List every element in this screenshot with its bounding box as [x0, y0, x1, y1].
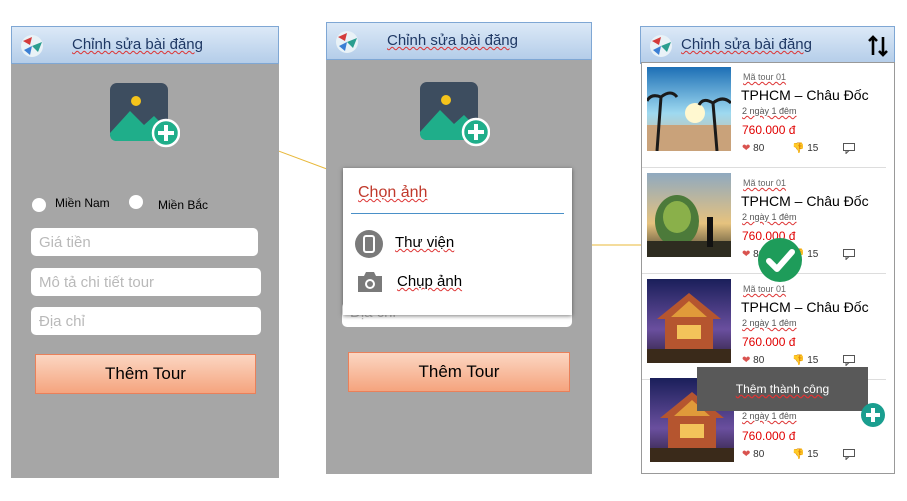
header-title: Chỉnh sửa bài đăng — [72, 36, 203, 53]
tour-price: 760.000 đ — [742, 429, 796, 443]
radio-mien-bac[interactable] — [129, 195, 143, 209]
header-title: Chỉnh sửa bài đăng — [681, 36, 812, 53]
comment-icon[interactable] — [843, 249, 857, 260]
add-tour-button[interactable]: Thêm Tour — [35, 354, 256, 394]
sort-icon[interactable] — [868, 35, 888, 57]
radio-mien-nam[interactable] — [32, 198, 46, 212]
label-mien-nam: Miền Nam — [55, 196, 110, 210]
tour-duration: 2 ngày 1 đêm — [742, 411, 797, 421]
thumbs-down-icon: 👎 — [792, 143, 805, 154]
tour-name: TPHCM – Châu Đốc — [741, 87, 869, 103]
dislike-count: 15 — [807, 249, 819, 260]
dislikes[interactable]: 👎 15 — [792, 143, 818, 154]
heart-icon: ❤ — [742, 449, 751, 460]
dislike-count: 15 — [807, 355, 819, 366]
like-count: 80 — [753, 355, 765, 366]
tour-code: Mã tour 01 — [743, 284, 787, 294]
heart-icon: ❤ — [742, 355, 751, 366]
tour-thumbnail — [647, 67, 731, 151]
dialog-title: Chọn ảnh — [358, 184, 428, 201]
thumbs-down-icon: 👎 — [792, 355, 805, 366]
list-item[interactable]: Mã tour 01 TPHCM – Châu Đốc 2 ngày 1 đêm… — [642, 275, 886, 380]
tour-price: 760.000 đ — [742, 335, 796, 349]
option-gallery[interactable]: Thư viện — [395, 234, 454, 251]
app-header: Chỉnh sửa bài đăng — [326, 22, 592, 60]
dislike-count: 15 — [807, 143, 819, 154]
add-image-icon[interactable] — [110, 83, 180, 151]
tour-thumbnail — [647, 279, 731, 363]
option-camera[interactable]: Chụp ảnh — [397, 273, 462, 290]
success-check-icon — [758, 238, 802, 282]
likes[interactable]: ❤ 80 — [742, 355, 764, 366]
heart-icon: ❤ — [742, 249, 751, 260]
dislikes[interactable]: 👎 15 — [792, 355, 818, 366]
likes[interactable]: ❤ 80 — [742, 449, 764, 460]
phone-icon — [355, 230, 383, 258]
tour-code: Mã tour 01 — [743, 178, 787, 188]
address-input[interactable]: Địa chỉ — [31, 307, 261, 335]
likes[interactable]: ❤ 80 — [742, 143, 764, 154]
tour-name: TPHCM – Châu Đốc — [741, 299, 869, 315]
app-logo-icon — [336, 31, 358, 53]
dislikes[interactable]: 👎 15 — [792, 449, 818, 460]
success-toast: Thêm thành công — [697, 367, 868, 411]
tour-name: TPHCM – Châu Đốc — [741, 193, 869, 209]
tour-duration: 2 ngày 1 đêm — [742, 212, 797, 222]
like-count: 80 — [753, 143, 765, 154]
price-input[interactable]: Giá tiền — [31, 228, 258, 256]
dialog-divider — [351, 213, 564, 214]
add-fab-icon[interactable] — [860, 402, 886, 428]
toast-text: Thêm thành công — [735, 382, 830, 396]
label-mien-bac: Miền Bắc — [158, 198, 209, 212]
header-title: Chỉnh sửa bài đăng — [387, 32, 518, 49]
comment-icon[interactable] — [843, 143, 857, 154]
list-item[interactable]: Mã tour 01 TPHCM – Châu Đốc 2 ngày 1 đêm… — [642, 63, 886, 168]
app-logo-icon — [21, 35, 43, 57]
tour-thumbnail — [647, 173, 731, 257]
comment-icon[interactable] — [843, 449, 857, 460]
dislike-count: 15 — [807, 449, 819, 460]
camera-icon — [358, 272, 382, 292]
tour-duration: 2 ngày 1 đêm — [742, 106, 797, 116]
heart-icon: ❤ — [742, 143, 751, 154]
tour-price: 760.000 đ — [742, 123, 796, 137]
choose-image-dialog: Chọn ảnh Thư viện Chụp ảnh — [343, 168, 572, 315]
app-header: Chỉnh sửa bài đăng — [11, 26, 279, 64]
add-image-icon[interactable] — [420, 82, 490, 150]
tour-code: Mã tour 01 — [743, 72, 787, 82]
app-logo-icon — [650, 35, 672, 57]
screen-add-tour: Chỉnh sửa bài đăng Miền Nam Miền Bắc Giá… — [11, 26, 279, 478]
tour-duration: 2 ngày 1 đêm — [742, 318, 797, 328]
description-input[interactable]: Mô tả chi tiết tour — [31, 268, 261, 296]
add-tour-button[interactable]: Thêm Tour — [348, 352, 570, 392]
like-count: 80 — [753, 449, 765, 460]
app-header: Chỉnh sửa bài đăng — [640, 26, 895, 64]
thumbs-down-icon: 👎 — [792, 449, 805, 460]
comment-icon[interactable] — [843, 355, 857, 366]
